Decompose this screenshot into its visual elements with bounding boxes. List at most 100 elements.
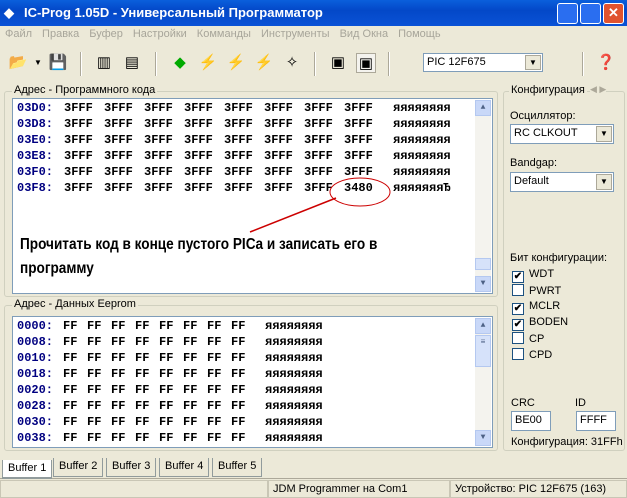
memory-cell[interactable]: FF (87, 335, 101, 349)
close-button[interactable]: ✕ (603, 3, 624, 24)
config-bit-cp[interactable]: CP (512, 332, 544, 345)
tab-buffer-3[interactable]: Buffer 3 (106, 458, 157, 477)
tab-buffer-2[interactable]: Buffer 2 (53, 458, 104, 477)
memory-cell[interactable]: FF (231, 351, 245, 365)
eeprom-memory-view[interactable]: ▲ ≡ ▼ 0000: FF FF FF FF FF FF FF FF яяяяяяяя 0008:… (12, 316, 493, 448)
memory-cell[interactable]: FF (207, 383, 221, 397)
config-bit-cpd[interactable]: CPD (512, 348, 552, 361)
config-bit-boden[interactable]: ✔ BODEN (512, 316, 568, 331)
memory-cell[interactable]: FF (159, 335, 173, 349)
checkbox[interactable] (512, 284, 524, 296)
memory-cell[interactable]: FF (135, 383, 149, 397)
memory-cell[interactable]: FF (231, 367, 245, 381)
memory-cell[interactable]: FF (159, 319, 173, 333)
memory-cell[interactable]: FF (159, 431, 173, 445)
memory-cell[interactable]: FF (159, 399, 173, 413)
id-label: ID (575, 397, 586, 409)
memory-cell[interactable]: FF (87, 367, 101, 381)
memory-cell[interactable]: FF (207, 367, 221, 381)
tab-buffer-4[interactable]: Buffer 4 (159, 458, 210, 477)
tab-buffer-1[interactable]: Buffer 1 (2, 460, 53, 479)
memory-row: 0008: FF FF FF FF FF FF FF FF яяяяяяяя (17, 335, 477, 351)
memory-cell[interactable]: FF (207, 431, 221, 445)
bandgap-select[interactable]: Default ▼ (510, 172, 614, 192)
memory-cell[interactable]: FF (111, 367, 125, 381)
memory-cell[interactable]: FF (207, 415, 221, 429)
checkbox[interactable] (512, 348, 524, 360)
memory-cell[interactable]: FF (63, 431, 77, 445)
memory-cell[interactable]: FF (63, 415, 77, 429)
memory-cell[interactable]: FF (183, 383, 197, 397)
id-field[interactable]: FFFF (576, 411, 616, 431)
memory-cell[interactable]: FF (135, 335, 149, 349)
memory-cell[interactable]: FF (135, 431, 149, 445)
memory-cell[interactable]: FF (183, 335, 197, 349)
memory-cell[interactable]: FF (207, 335, 221, 349)
maximize-button[interactable] (580, 3, 601, 24)
memory-cell[interactable]: FF (183, 367, 197, 381)
memory-cell[interactable]: FF (63, 351, 77, 365)
config-bit-wdt[interactable]: ✔ WDT (512, 268, 554, 283)
memory-cell[interactable]: FF (231, 415, 245, 429)
memory-cell[interactable]: FF (183, 351, 197, 365)
config-bit-mclr[interactable]: ✔ MCLR (512, 300, 560, 315)
memory-cell[interactable]: FF (87, 319, 101, 333)
memory-cell[interactable]: FF (231, 383, 245, 397)
memory-cell[interactable]: FF (63, 399, 77, 413)
memory-cell[interactable]: FF (87, 351, 101, 365)
panel-arrows-icon[interactable]: ◀ ▶ (590, 84, 607, 95)
eeprom-scrollbar[interactable]: ▲ ≡ ▼ (475, 318, 491, 446)
memory-cell[interactable]: FF (111, 399, 125, 413)
crc-field[interactable]: BE00 (511, 411, 551, 431)
checkbox[interactable]: ✔ (512, 319, 524, 331)
memory-cell[interactable]: FF (63, 367, 77, 381)
tab-buffer-5[interactable]: Buffer 5 (212, 458, 263, 477)
memory-cell[interactable]: FF (111, 383, 125, 397)
memory-cell[interactable]: FF (159, 367, 173, 381)
memory-cell[interactable]: FF (135, 319, 149, 333)
memory-cell[interactable]: FF (111, 431, 125, 445)
memory-cell[interactable]: FF (183, 319, 197, 333)
memory-cell[interactable]: FF (207, 319, 221, 333)
memory-cell[interactable]: FF (231, 319, 245, 333)
memory-cell[interactable]: FF (159, 351, 173, 365)
memory-cell[interactable]: FF (207, 399, 221, 413)
memory-cell[interactable]: FF (231, 431, 245, 445)
memory-cell[interactable]: FF (135, 367, 149, 381)
memory-cell[interactable]: FF (63, 319, 77, 333)
crc-label: CRC (511, 397, 535, 409)
memory-cell[interactable]: FF (87, 383, 101, 397)
memory-cell[interactable]: FF (159, 383, 173, 397)
row-ascii: яяяяяяяя (265, 335, 323, 349)
memory-cell[interactable]: FF (207, 351, 221, 365)
memory-cell[interactable]: FF (111, 351, 125, 365)
config-bit-pwrt[interactable]: PWRT (512, 284, 561, 297)
memory-cell[interactable]: FF (111, 335, 125, 349)
row-address: 0028: (17, 399, 54, 413)
memory-cell[interactable]: FF (183, 399, 197, 413)
scroll-up-icon[interactable]: ▲ (475, 318, 491, 334)
checkbox[interactable]: ✔ (512, 271, 524, 283)
memory-cell[interactable]: FF (183, 415, 197, 429)
checkbox[interactable] (512, 332, 524, 344)
memory-cell[interactable]: FF (183, 431, 197, 445)
help-icon[interactable]: ❓ (596, 53, 616, 73)
scroll-down-icon[interactable]: ▼ (475, 430, 491, 446)
memory-cell[interactable]: FF (135, 415, 149, 429)
memory-cell[interactable]: FF (63, 335, 77, 349)
oscillator-select[interactable]: RC CLKOUT ▼ (510, 124, 614, 144)
memory-cell[interactable]: FF (135, 399, 149, 413)
memory-cell[interactable]: FF (231, 399, 245, 413)
memory-cell[interactable]: FF (63, 383, 77, 397)
memory-cell[interactable]: FF (231, 335, 245, 349)
memory-cell[interactable]: FF (87, 399, 101, 413)
minimize-button[interactable] (557, 3, 578, 24)
memory-cell[interactable]: FF (159, 415, 173, 429)
scroll-thumb[interactable]: ≡ (475, 335, 491, 367)
memory-cell[interactable]: FF (135, 351, 149, 365)
memory-cell[interactable]: FF (111, 319, 125, 333)
memory-cell[interactable]: FF (87, 431, 101, 445)
memory-cell[interactable]: FF (87, 415, 101, 429)
checkbox[interactable]: ✔ (512, 303, 524, 315)
memory-cell[interactable]: FF (111, 415, 125, 429)
